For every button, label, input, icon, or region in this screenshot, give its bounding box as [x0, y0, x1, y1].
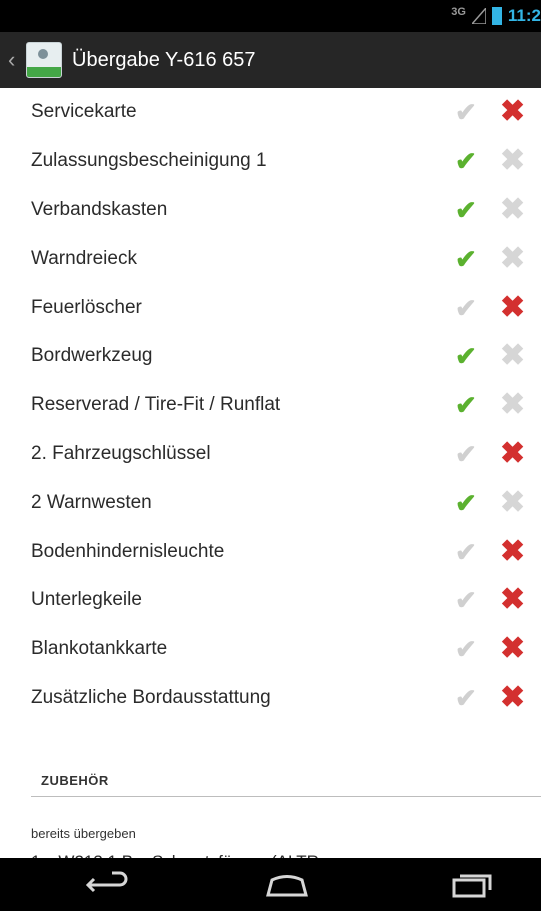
network-type: 3G	[451, 6, 466, 18]
status-indicators: 3G 11:2	[451, 6, 541, 26]
check-icon[interactable]: ✔	[455, 99, 477, 125]
item-label: Zulassungsbescheinigung 1	[31, 150, 267, 172]
list-item: Zusätzliche Bordausstattung ✔ ✖	[0, 674, 541, 723]
item-label: 2. Fahrzeugschlüssel	[31, 442, 211, 464]
check-icon[interactable]: ✔	[455, 343, 477, 369]
section-divider	[31, 796, 541, 797]
page-title: Übergabe Y-616 657	[72, 48, 256, 71]
home-icon[interactable]	[262, 870, 312, 900]
cross-icon[interactable]: ✖	[500, 536, 525, 567]
cross-icon[interactable]: ✖	[500, 292, 525, 323]
list-item: Blankotankkarte ✔ ✖	[0, 625, 541, 674]
list-item: Bordwerkzeug ✔ ✖	[0, 332, 541, 381]
item-label: Servicekarte	[31, 101, 137, 123]
list-item: Reserverad / Tire-Fit / Runflat ✔ ✖	[0, 381, 541, 430]
back-icon[interactable]	[82, 870, 132, 900]
section-title: ZUBEHÖR	[41, 773, 109, 788]
chevron-left-icon[interactable]: ‹	[8, 47, 22, 73]
item-label: Bordwerkzeug	[31, 345, 153, 367]
item-label: Reserverad / Tire-Fit / Runflat	[31, 394, 281, 416]
subheading: bereits übergeben	[31, 826, 136, 841]
cross-icon[interactable]: ✖	[500, 341, 525, 371]
list-item: Verbandskasten ✔ ✖	[0, 186, 541, 235]
item-label: Unterlegkeile	[31, 589, 142, 611]
list-item: Warndreieck ✔ ✖	[0, 234, 541, 283]
cross-icon[interactable]: ✖	[500, 146, 525, 176]
recents-icon[interactable]	[446, 870, 496, 900]
cross-icon[interactable]: ✖	[500, 487, 525, 518]
navigation-bar	[0, 858, 541, 911]
item-label: 2 Warnwesten	[31, 491, 152, 513]
cross-icon[interactable]: ✖	[500, 243, 525, 274]
check-icon[interactable]: ✔	[455, 539, 477, 565]
item-label: Zusätzliche Bordausstattung	[31, 686, 271, 708]
cross-icon[interactable]: ✖	[500, 390, 525, 420]
cross-icon[interactable]: ✖	[500, 634, 525, 664]
list-item: Zulassungsbescheinigung 1 ✔ ✖	[0, 137, 541, 186]
accessories-section: ZUBEHÖR	[31, 768, 541, 797]
check-icon[interactable]: ✔	[455, 295, 477, 321]
cross-icon[interactable]: ✖	[500, 438, 525, 469]
cross-icon[interactable]: ✖	[500, 585, 525, 615]
check-icon[interactable]: ✔	[455, 148, 477, 174]
item-label: Bodenhindernisleuchte	[31, 540, 225, 562]
list-item: 2 Warnwesten ✔ ✖	[0, 478, 541, 527]
check-icon[interactable]: ✔	[455, 197, 477, 223]
check-icon[interactable]: ✔	[455, 636, 477, 662]
check-icon[interactable]: ✔	[455, 441, 477, 467]
list-item: Bodenhindernisleuchte ✔ ✖	[0, 527, 541, 576]
battery-icon	[491, 7, 502, 25]
cross-icon[interactable]: ✖	[500, 194, 525, 225]
list-item: Servicekarte ✔ ✖	[0, 88, 541, 137]
action-bar: ‹ Übergabe Y-616 657	[0, 32, 541, 88]
check-icon[interactable]: ✔	[455, 246, 477, 272]
signal-icon	[471, 8, 486, 24]
check-icon[interactable]: ✔	[455, 685, 477, 711]
item-label: Verbandskasten	[31, 198, 168, 220]
check-icon[interactable]: ✔	[455, 490, 477, 516]
check-icon[interactable]: ✔	[455, 587, 477, 613]
checklist: Servicekarte ✔ ✖ Zulassungsbescheinigung 1 ✔…	[0, 88, 541, 722]
cross-icon[interactable]: ✖	[500, 682, 525, 713]
item-label: Blankotankkarte	[31, 638, 168, 660]
cross-icon[interactable]: ✖	[500, 97, 525, 127]
status-bar: 3G 11:2	[0, 0, 541, 32]
item-label: Warndreieck	[31, 247, 137, 269]
check-icon[interactable]: ✔	[455, 392, 477, 418]
item-label: Feuerlöscher	[31, 296, 142, 318]
clock: 11:2	[507, 6, 541, 25]
list-item: Feuerlöscher ✔ ✖	[0, 283, 541, 332]
list-item: 2. Fahrzeugschlüssel ✔ ✖	[0, 430, 541, 479]
app-logo-icon[interactable]	[26, 42, 62, 78]
list-item: Unterlegkeile ✔ ✖	[0, 576, 541, 625]
